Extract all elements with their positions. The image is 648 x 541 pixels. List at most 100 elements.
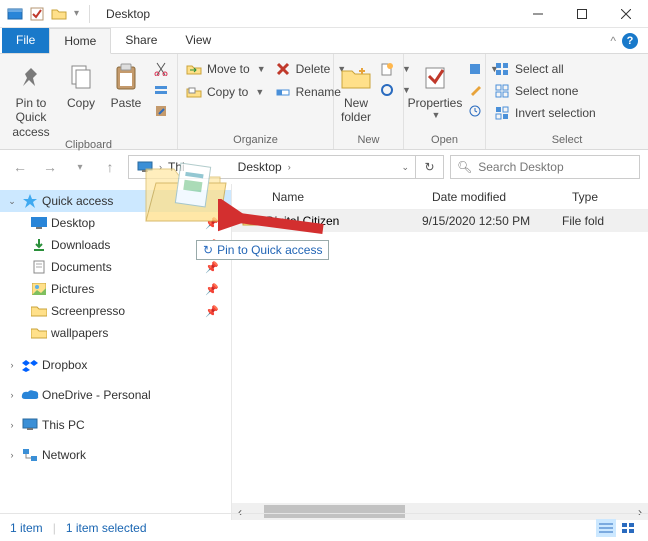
qat-checkbox-icon[interactable] <box>28 5 46 23</box>
nav-quick-access[interactable]: ⌄ Quick access <box>0 190 231 212</box>
desktop-icon <box>30 215 48 231</box>
new-item-icon <box>379 61 395 77</box>
close-button[interactable] <box>604 0 648 28</box>
status-bar: 1 item | 1 item selected <box>0 513 648 541</box>
ribbon-collapse[interactable]: ^ <box>610 34 616 48</box>
documents-icon <box>30 259 48 275</box>
pin-icon: 📌 <box>205 283 219 296</box>
pc-icon <box>21 417 39 433</box>
nav-dropbox[interactable]: ›Dropbox <box>0 354 231 376</box>
item-count: 1 item <box>10 521 43 535</box>
delete-icon <box>275 61 291 77</box>
qat-overflow[interactable]: ▾ <box>74 8 79 19</box>
nav-onedrive[interactable]: ›OneDrive - Personal <box>0 384 231 406</box>
refresh-button[interactable]: ↻ <box>416 155 444 179</box>
ribbon-tabs: File Home Share View ^ ? <box>0 28 648 54</box>
pictures-icon <box>30 281 48 297</box>
history-icon <box>467 103 483 119</box>
group-new-label: New <box>334 134 403 149</box>
tab-view[interactable]: View <box>171 28 225 53</box>
address-bar: ← → ▾ ↑ › Thi › Desktop › ⌄ ↻ 🔍︎ Search … <box>0 150 648 184</box>
recent-locations[interactable]: ▾ <box>68 155 92 179</box>
column-headers[interactable]: Name Date modified Type <box>232 184 648 210</box>
forward-button[interactable]: → <box>38 155 62 179</box>
tab-file[interactable]: File <box>2 28 49 53</box>
drag-tooltip: ↻ Pin to Quick access <box>196 240 329 260</box>
select-none-button[interactable]: Select none <box>492 82 598 100</box>
shortcut-arrow-icon: ↻ <box>203 243 213 257</box>
move-to-icon <box>186 61 202 77</box>
rename-icon <box>275 84 291 100</box>
nav-this-pc[interactable]: ›This PC <box>0 414 231 436</box>
pin-icon: 📌 <box>205 217 219 230</box>
pc-icon <box>137 160 153 174</box>
group-clipboard-label: Clipboard <box>0 139 177 154</box>
select-all-icon <box>494 61 510 77</box>
paste-icon <box>110 62 142 94</box>
paste-shortcut-button[interactable] <box>151 102 171 120</box>
nav-desktop[interactable]: Desktop📌 <box>0 212 231 234</box>
navigation-pane: ⌄ Quick access Desktop📌 Downloads📌 Docum… <box>0 184 232 520</box>
star-icon <box>21 193 39 209</box>
move-to-button[interactable]: Move to▼ <box>184 60 268 78</box>
copy-path-button[interactable] <box>151 81 171 99</box>
col-date[interactable]: Date modified <box>422 190 562 204</box>
nav-network[interactable]: ›Network <box>0 444 231 466</box>
invert-selection-icon <box>494 105 510 121</box>
folder-icon <box>30 303 48 319</box>
download-icon <box>30 237 48 253</box>
back-button[interactable]: ← <box>8 155 32 179</box>
copy-to-icon <box>186 84 202 100</box>
copy-to-button[interactable]: Copy to▼ <box>184 83 268 101</box>
breadcrumb-dropdown[interactable]: ⌄ <box>399 162 411 173</box>
nav-wallpapers[interactable]: wallpapers <box>0 322 231 344</box>
ribbon: Pin to Quick access Copy Paste Clipboard… <box>0 54 648 150</box>
search-box[interactable]: 🔍︎ Search Desktop <box>450 155 640 179</box>
breadcrumb[interactable]: › Thi › Desktop › ⌄ <box>128 155 416 179</box>
maximize-button[interactable] <box>560 0 604 28</box>
network-icon <box>21 447 39 463</box>
copy-icon <box>65 62 97 94</box>
copy-path-icon <box>153 82 169 98</box>
properties-button[interactable]: Properties▼ <box>410 58 460 121</box>
up-button[interactable]: ↑ <box>98 155 122 179</box>
selected-count: 1 item selected <box>66 521 147 535</box>
copy-button[interactable]: Copy <box>61 58 101 110</box>
paste-button[interactable]: Paste <box>106 58 146 110</box>
details-view-button[interactable] <box>596 519 616 537</box>
dropbox-icon <box>21 357 39 373</box>
nav-screenpresso[interactable]: Screenpresso📌 <box>0 300 231 322</box>
minimize-button[interactable] <box>516 0 560 28</box>
window-title: Desktop <box>106 7 150 21</box>
pin-to-quick-access-button[interactable]: Pin to Quick access <box>6 58 56 139</box>
pin-icon <box>15 62 47 94</box>
search-icon: 🔍︎ <box>457 160 472 174</box>
invert-selection-button[interactable]: Invert selection <box>492 104 598 122</box>
edit-icon <box>467 82 483 98</box>
col-type[interactable]: Type <box>562 190 598 204</box>
pin-icon: 📌 <box>205 305 219 318</box>
explorer-icon <box>6 5 24 23</box>
group-select-label: Select <box>486 134 648 149</box>
properties-icon <box>419 62 451 94</box>
cut-icon <box>153 61 169 77</box>
pin-icon: 📌 <box>205 261 219 274</box>
cut-button[interactable] <box>151 60 171 78</box>
tab-home[interactable]: Home <box>49 28 111 54</box>
folder-icon <box>242 213 260 230</box>
paste-shortcut-icon <box>153 103 169 119</box>
select-all-button[interactable]: Select all <box>492 60 598 78</box>
group-open-label: Open <box>404 134 485 149</box>
nav-pictures[interactable]: Pictures📌 <box>0 278 231 300</box>
easy-access-icon <box>379 82 395 98</box>
new-folder-button[interactable]: New folder <box>340 58 372 125</box>
icons-view-button[interactable] <box>618 519 638 537</box>
onedrive-icon <box>21 387 39 403</box>
select-none-icon <box>494 83 510 99</box>
qat-folder-icon[interactable] <box>50 5 68 23</box>
col-name[interactable]: Name <box>262 190 422 204</box>
file-row[interactable]: Digital Citizen 9/15/2020 12:50 PM File … <box>232 210 648 232</box>
tab-share[interactable]: Share <box>111 28 171 53</box>
help-icon[interactable]: ? <box>622 33 638 49</box>
title-bar: ▾ Desktop <box>0 0 648 28</box>
